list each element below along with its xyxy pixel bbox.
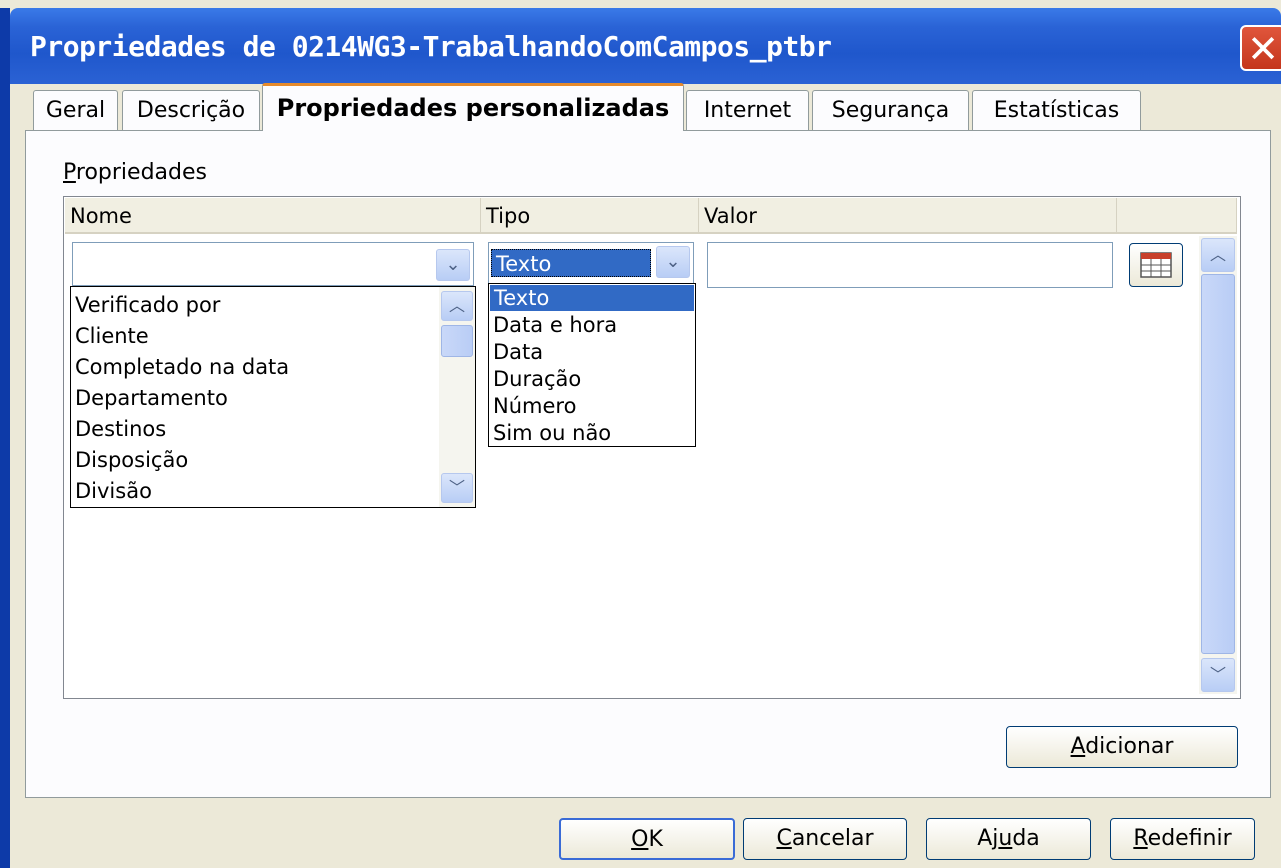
close-button[interactable]: ✕ — [1240, 25, 1281, 71]
scroll-up-button[interactable]: ︿ — [441, 291, 473, 321]
column-header-extra — [1117, 198, 1237, 234]
list-item[interactable]: Departamento — [75, 386, 228, 410]
scroll-down-button[interactable]: ﹀ — [441, 473, 473, 503]
mnemonic-char: A — [1070, 734, 1086, 759]
list-item[interactable]: Número — [493, 394, 576, 418]
window-title: Propriedades de 0214WG3-TrabalhandoComCa… — [30, 30, 832, 63]
properties-dialog: Propriedades de 0214WG3-TrabalhandoComCa… — [0, 0, 1281, 868]
tab-label: Internet — [703, 98, 792, 123]
window-left-border — [0, 8, 10, 868]
button-label-suffix: K — [648, 827, 663, 852]
name-combobox[interactable] — [72, 242, 474, 286]
tab-label: Propriedades personalizadas — [276, 94, 670, 122]
cancel-button[interactable]: Cancelar — [743, 818, 907, 860]
chevron-up-icon: ︿ — [448, 296, 465, 315]
tab-estatisticas[interactable]: Estatísticas — [972, 90, 1141, 130]
mnemonic-char: P — [63, 160, 76, 185]
scroll-down-button[interactable]: ﹀ — [1201, 658, 1235, 692]
button-label-suffix: edefinir — [1147, 826, 1232, 851]
type-dropdown-button[interactable]: ⌄ — [656, 246, 690, 278]
tab-propriedades-personalizadas[interactable]: Propriedades personalizadas — [262, 83, 684, 131]
column-header-type[interactable]: Tipo — [481, 198, 699, 234]
tab-label: Estatísticas — [993, 98, 1120, 123]
column-header-name[interactable]: Nome — [65, 198, 481, 234]
list-item[interactable]: Divisão — [75, 479, 152, 503]
column-header-label: Tipo — [486, 204, 531, 228]
name-list-scrollbar[interactable]: ︿ ﹀ — [439, 287, 475, 507]
chevron-down-icon: ﹀ — [1209, 665, 1226, 684]
date-picker-button[interactable] — [1129, 243, 1183, 287]
close-icon: ✕ — [1247, 27, 1279, 71]
scrollbar-thumb[interactable] — [1201, 274, 1235, 654]
label-rest: ropriedades — [75, 160, 207, 185]
mnemonic-char: u — [998, 826, 1013, 851]
list-item[interactable]: Disposição — [75, 448, 188, 472]
column-header-value[interactable]: Valor — [699, 198, 1117, 234]
list-item-selected[interactable]: Texto — [490, 285, 694, 311]
list-item[interactable]: Data e hora — [493, 313, 617, 337]
mnemonic-char: C — [776, 826, 792, 851]
list-item[interactable]: Data — [493, 340, 543, 364]
chevron-down-icon: ⌄ — [445, 254, 461, 275]
column-header-label: Nome — [70, 204, 132, 228]
help-button[interactable]: Ajuda — [926, 818, 1091, 860]
scrollbar-thumb[interactable] — [441, 325, 473, 357]
mnemonic-char: O — [631, 827, 649, 852]
list-item[interactable]: Destinos — [75, 417, 166, 441]
tab-label: Geral — [45, 98, 106, 123]
properties-grid-scrollbar[interactable]: ︿ ﹀ — [1199, 236, 1237, 694]
type-combobox-value: Texto — [491, 249, 651, 277]
title-bar[interactable]: Propriedades de 0214WG3-TrabalhandoComCa… — [10, 8, 1281, 84]
tab-label: Descrição — [136, 98, 246, 123]
button-label-suffix: ancelar — [791, 826, 874, 851]
tab-internet[interactable]: Internet — [686, 90, 809, 130]
scroll-up-button[interactable]: ︿ — [1201, 238, 1235, 272]
button-label-prefix: Aj — [977, 826, 999, 851]
button-label-suffix: da — [1012, 826, 1040, 851]
ok-button[interactable]: OK — [559, 818, 735, 860]
chevron-down-icon: ⌄ — [665, 251, 681, 272]
button-label-suffix: dicionar — [1085, 734, 1174, 759]
properties-group-label: Propriedades — [63, 160, 207, 185]
reset-button[interactable]: Redefinir — [1110, 818, 1255, 860]
chevron-down-icon: ﹀ — [448, 478, 465, 497]
chevron-up-icon: ︿ — [1209, 245, 1226, 264]
list-item[interactable]: Verificado por — [75, 293, 220, 317]
calendar-grid-icon — [1140, 252, 1172, 278]
name-dropdown-list: Verificado por Cliente Completado na dat… — [70, 286, 476, 508]
list-item[interactable]: Completado na data — [75, 355, 289, 379]
add-button[interactable]: Adicionar — [1006, 726, 1238, 768]
mnemonic-char: R — [1133, 826, 1148, 851]
type-dropdown-list: Texto Data e hora Data Duração Número Si… — [488, 283, 696, 447]
tab-label: Segurança — [831, 98, 950, 123]
tab-seguranca[interactable]: Segurança — [812, 90, 969, 130]
name-dropdown-button[interactable]: ⌄ — [436, 249, 470, 281]
tab-descricao[interactable]: Descrição — [122, 90, 260, 130]
column-header-label: Valor — [704, 204, 757, 228]
value-field[interactable] — [707, 242, 1113, 288]
list-item[interactable]: Duração — [493, 367, 581, 391]
tab-geral[interactable]: Geral — [33, 90, 118, 130]
list-item[interactable]: Sim ou não — [493, 421, 611, 445]
list-item[interactable]: Cliente — [75, 324, 149, 348]
